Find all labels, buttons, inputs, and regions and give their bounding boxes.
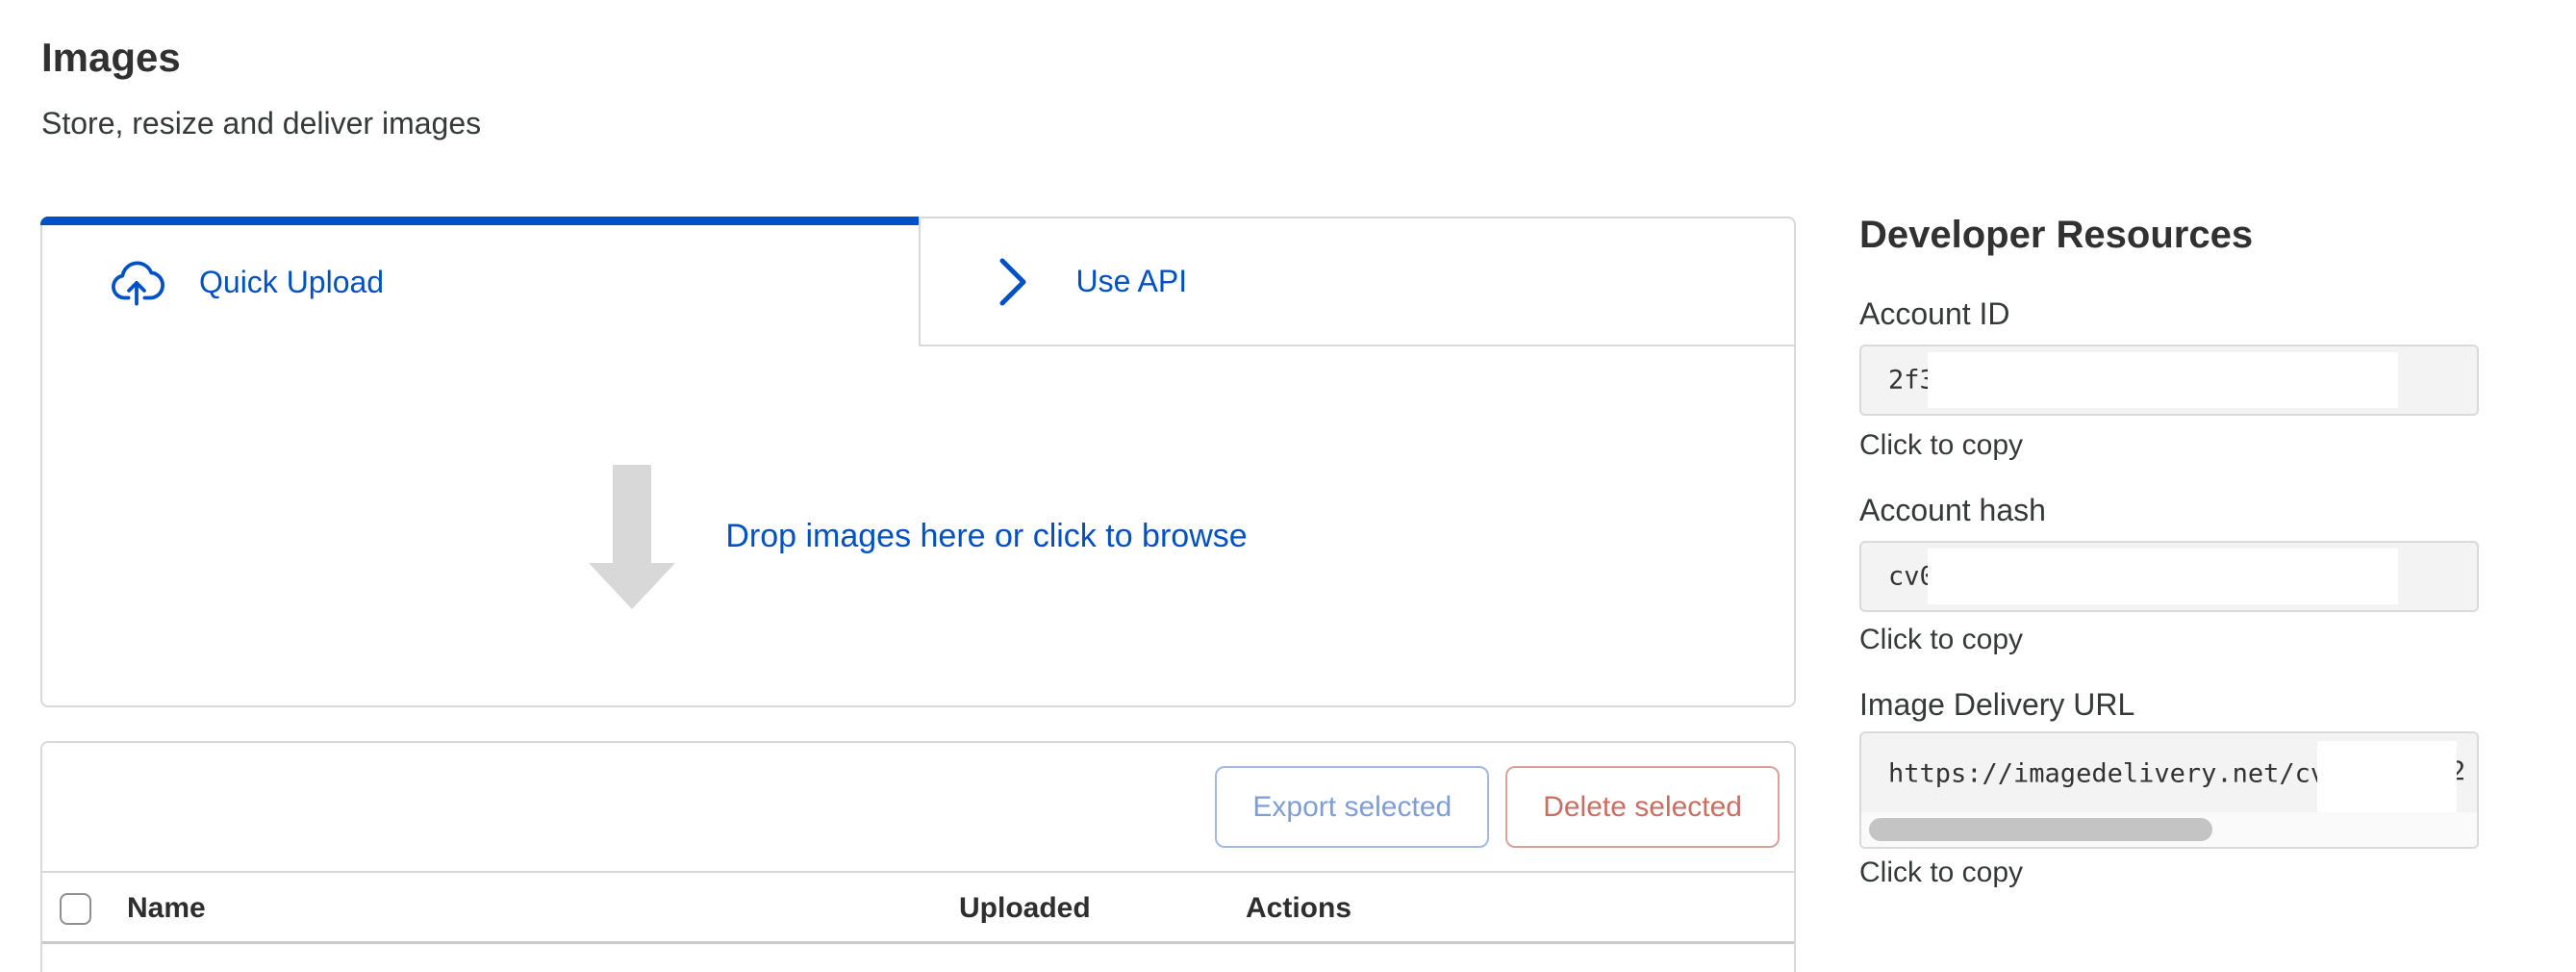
account-id-copy-hint: Click to copy xyxy=(1859,429,2023,462)
arrow-down-icon xyxy=(589,465,675,609)
dropzone[interactable]: Drop images here or click to browse xyxy=(42,346,1794,707)
tab-quick-upload[interactable]: Quick Upload xyxy=(42,218,919,346)
account-id-redaction xyxy=(1928,352,2398,408)
image-delivery-url-label: Image Delivery URL xyxy=(1859,687,2134,723)
cloud-upload-icon xyxy=(108,254,165,312)
horizontal-scrollbar-thumb[interactable] xyxy=(1869,818,2212,841)
account-hash-redaction xyxy=(1928,549,2398,604)
dropzone-content: Drop images here or click to browse xyxy=(589,465,1247,609)
image-delivery-url-copybox[interactable]: https://imagedelivery.net/cv0JSj 2 xyxy=(1859,731,2479,849)
images-table-panel: Export selected Delete selected Name Upl… xyxy=(40,741,1796,972)
tab-use-api-label: Use API xyxy=(1076,264,1188,299)
account-hash-label: Account hash xyxy=(1859,493,2046,528)
main-content: Images Store, resize and deliver images … xyxy=(40,0,1796,955)
table-header-row: Name Uploaded Actions xyxy=(42,875,1794,944)
account-id-label: Account ID xyxy=(1859,296,2010,332)
page-subtitle: Store, resize and deliver images xyxy=(41,106,481,141)
developer-resources-panel: Developer Resources Account ID 2f3d Clic… xyxy=(1859,0,2479,955)
column-header-uploaded: Uploaded xyxy=(959,892,1091,925)
tab-quick-upload-label: Quick Upload xyxy=(199,265,384,300)
chevron-right-icon xyxy=(998,256,1028,308)
page-title: Images xyxy=(41,35,181,81)
column-header-name: Name xyxy=(127,892,206,925)
image-delivery-url-redaction xyxy=(2317,741,2457,814)
tab-bar: Quick Upload Use API xyxy=(42,218,1794,346)
account-id-copybox[interactable]: 2f3d xyxy=(1859,345,2479,416)
image-delivery-url-copy-hint: Click to copy xyxy=(1859,857,2023,889)
dropzone-text: Drop images here or click to browse xyxy=(725,518,1247,555)
export-selected-button[interactable]: Export selected xyxy=(1215,766,1489,848)
developer-resources-title: Developer Resources xyxy=(1859,214,2253,257)
delete-selected-button[interactable]: Delete selected xyxy=(1505,766,1780,848)
account-hash-copybox[interactable]: cv0J xyxy=(1859,541,2479,612)
table-toolbar: Export selected Delete selected xyxy=(42,743,1794,873)
image-delivery-url-value: https://imagedelivery.net/cv0JSj xyxy=(1888,759,2388,789)
column-header-actions: Actions xyxy=(1246,892,1351,925)
select-all-checkbox[interactable] xyxy=(60,893,91,925)
upload-panel: Quick Upload Use API Drop xyxy=(40,217,1796,707)
tab-use-api[interactable]: Use API xyxy=(919,218,1795,346)
active-tab-indicator xyxy=(40,217,919,225)
horizontal-scrollbar[interactable] xyxy=(1861,812,2477,847)
account-hash-copy-hint: Click to copy xyxy=(1859,624,2023,656)
